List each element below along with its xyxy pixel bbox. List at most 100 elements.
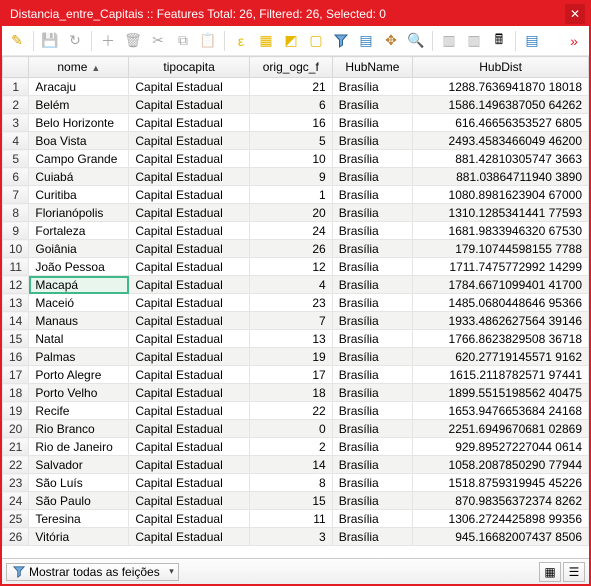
cell-nome[interactable]: Curitiba <box>29 186 129 204</box>
cell-orig-ogc-f[interactable]: 10 <box>249 150 332 168</box>
col-header-hubname[interactable]: HubName <box>332 57 412 78</box>
cell-hubname[interactable]: Brasília <box>332 456 412 474</box>
cell-tipocapita[interactable]: Capital Estadual <box>129 276 249 294</box>
cell-orig-ogc-f[interactable]: 26 <box>249 240 332 258</box>
cell-tipocapita[interactable]: Capital Estadual <box>129 402 249 420</box>
cell-tipocapita[interactable]: Capital Estadual <box>129 312 249 330</box>
cell-hubname[interactable]: Brasília <box>332 240 412 258</box>
cell-hubdist[interactable]: 1586.1496387050 64262 <box>413 96 589 114</box>
cell-nome[interactable]: Natal <box>29 330 129 348</box>
cell-nome[interactable]: Aracaju <box>29 78 129 96</box>
row-number-cell[interactable]: 17 <box>3 366 29 384</box>
cell-hubdist[interactable]: 1288.7636941870 18018 <box>413 78 589 96</box>
cell-tipocapita[interactable]: Capital Estadual <box>129 204 249 222</box>
cell-tipocapita[interactable]: Capital Estadual <box>129 528 249 546</box>
cell-orig-ogc-f[interactable]: 22 <box>249 402 332 420</box>
cell-tipocapita[interactable]: Capital Estadual <box>129 294 249 312</box>
col-header-hubdist[interactable]: HubDist <box>413 57 589 78</box>
table-row[interactable]: 7CuritibaCapital Estadual1Brasília1080.8… <box>3 186 589 204</box>
cell-nome[interactable]: Porto Alegre <box>29 366 129 384</box>
table-row[interactable]: 15NatalCapital Estadual13Brasília1766.86… <box>3 330 589 348</box>
cell-hubname[interactable]: Brasília <box>332 366 412 384</box>
deselect-all-icon[interactable]: ▢ <box>305 30 327 52</box>
cell-hubname[interactable]: Brasília <box>332 204 412 222</box>
row-number-cell[interactable]: 20 <box>3 420 29 438</box>
cell-hubname[interactable]: Brasília <box>332 402 412 420</box>
cell-orig-ogc-f[interactable]: 1 <box>249 186 332 204</box>
cell-orig-ogc-f[interactable]: 9 <box>249 168 332 186</box>
col-header-orig-ogc-f[interactable]: orig_ogc_f <box>249 57 332 78</box>
table-row[interactable]: 6CuiabáCapital Estadual9Brasília881.0386… <box>3 168 589 186</box>
cell-nome[interactable]: Campo Grande <box>29 150 129 168</box>
cell-hubdist[interactable]: 1653.9476653684 24168 <box>413 402 589 420</box>
row-number-cell[interactable]: 10 <box>3 240 29 258</box>
reload-icon[interactable]: ↻ <box>64 30 86 52</box>
cell-hubname[interactable]: Brasília <box>332 168 412 186</box>
row-number-cell[interactable]: 26 <box>3 528 29 546</box>
cell-tipocapita[interactable]: Capital Estadual <box>129 420 249 438</box>
filter-features-button[interactable]: Mostrar todas as feições ▾ <box>6 563 179 581</box>
row-number-cell[interactable]: 6 <box>3 168 29 186</box>
pan-to-selected-icon[interactable]: ✥ <box>380 30 402 52</box>
cell-orig-ogc-f[interactable]: 2 <box>249 438 332 456</box>
cell-orig-ogc-f[interactable]: 19 <box>249 348 332 366</box>
zoom-to-selected-icon[interactable]: 🔍 <box>405 30 427 52</box>
table-row[interactable]: 21Rio de JaneiroCapital Estadual2Brasíli… <box>3 438 589 456</box>
cell-hubname[interactable]: Brasília <box>332 420 412 438</box>
invert-selection-icon[interactable]: ◩ <box>280 30 302 52</box>
move-to-top-icon[interactable]: ▤ <box>355 30 377 52</box>
cell-nome[interactable]: Macapá <box>29 276 129 294</box>
col-header-nome[interactable]: nome▲ <box>29 57 129 78</box>
cell-hubdist[interactable]: 1933.4862627564 39146 <box>413 312 589 330</box>
table-row[interactable]: 5Campo GrandeCapital Estadual10Brasília8… <box>3 150 589 168</box>
cell-nome[interactable]: São Paulo <box>29 492 129 510</box>
table-row[interactable]: 16PalmasCapital Estadual19Brasília620.27… <box>3 348 589 366</box>
cell-orig-ogc-f[interactable]: 5 <box>249 132 332 150</box>
table-row[interactable]: 10GoiâniaCapital Estadual26Brasília179.1… <box>3 240 589 258</box>
row-number-cell[interactable]: 5 <box>3 150 29 168</box>
cell-orig-ogc-f[interactable]: 24 <box>249 222 332 240</box>
table-row[interactable]: 11João PessoaCapital Estadual12Brasília1… <box>3 258 589 276</box>
cell-orig-ogc-f[interactable]: 13 <box>249 330 332 348</box>
cell-orig-ogc-f[interactable]: 8 <box>249 474 332 492</box>
table-row[interactable]: 17Porto AlegreCapital Estadual17Brasília… <box>3 366 589 384</box>
row-number-cell[interactable]: 12 <box>3 276 29 294</box>
row-number-cell[interactable]: 7 <box>3 186 29 204</box>
cell-nome[interactable]: Vitória <box>29 528 129 546</box>
cell-orig-ogc-f[interactable]: 0 <box>249 420 332 438</box>
cell-orig-ogc-f[interactable]: 23 <box>249 294 332 312</box>
select-by-expression-icon[interactable]: ε <box>230 30 252 52</box>
cell-orig-ogc-f[interactable]: 7 <box>249 312 332 330</box>
cell-hubdist[interactable]: 1681.9833946320 67530 <box>413 222 589 240</box>
row-number-cell[interactable]: 23 <box>3 474 29 492</box>
table-row[interactable]: 20Rio BrancoCapital Estadual0Brasília225… <box>3 420 589 438</box>
cell-tipocapita[interactable]: Capital Estadual <box>129 132 249 150</box>
cell-nome[interactable]: Manaus <box>29 312 129 330</box>
cell-tipocapita[interactable]: Capital Estadual <box>129 456 249 474</box>
table-row[interactable]: 23São LuísCapital Estadual8Brasília1518.… <box>3 474 589 492</box>
cell-hubdist[interactable]: 616.46656353527 6805 <box>413 114 589 132</box>
cell-tipocapita[interactable]: Capital Estadual <box>129 240 249 258</box>
row-number-cell[interactable]: 18 <box>3 384 29 402</box>
cell-hubdist[interactable]: 179.10744598155 7788 <box>413 240 589 258</box>
table-viewport[interactable]: nome▲ tipocapita orig_ogc_f HubName HubD… <box>2 56 589 558</box>
cell-hubdist[interactable]: 1310.1285341441 77593 <box>413 204 589 222</box>
cell-tipocapita[interactable]: Capital Estadual <box>129 168 249 186</box>
cell-hubname[interactable]: Brasília <box>332 96 412 114</box>
cell-hubname[interactable]: Brasília <box>332 474 412 492</box>
row-number-cell[interactable]: 16 <box>3 348 29 366</box>
cell-hubname[interactable]: Brasília <box>332 150 412 168</box>
cell-nome[interactable]: Fortaleza <box>29 222 129 240</box>
row-number-cell[interactable]: 9 <box>3 222 29 240</box>
cell-hubname[interactable]: Brasília <box>332 510 412 528</box>
cell-hubname[interactable]: Brasília <box>332 132 412 150</box>
cell-hubdist[interactable]: 870.98356372374 8262 <box>413 492 589 510</box>
table-row[interactable]: 3Belo HorizonteCapital Estadual16Brasíli… <box>3 114 589 132</box>
cell-nome[interactable]: Palmas <box>29 348 129 366</box>
cell-hubdist[interactable]: 1899.5515198562 40475 <box>413 384 589 402</box>
cell-hubname[interactable]: Brasília <box>332 348 412 366</box>
table-row[interactable]: 24São PauloCapital Estadual15Brasília870… <box>3 492 589 510</box>
cell-hubdist[interactable]: 1766.8623829508 36718 <box>413 330 589 348</box>
cell-tipocapita[interactable]: Capital Estadual <box>129 78 249 96</box>
cell-nome[interactable]: João Pessoa <box>29 258 129 276</box>
